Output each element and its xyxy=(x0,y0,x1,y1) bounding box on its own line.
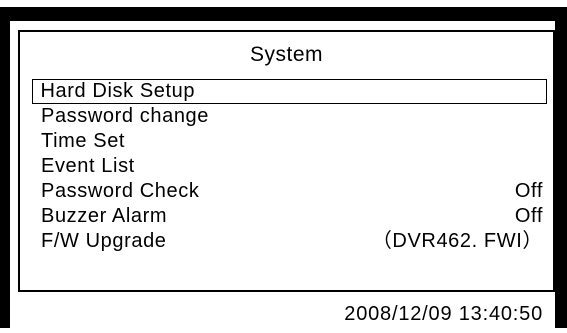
system-menu-panel: System Hard Disk Setup Password change T… xyxy=(18,30,555,292)
menu-item-hard-disk-setup[interactable]: Hard Disk Setup xyxy=(32,79,547,104)
menu-item-label: Event List xyxy=(41,155,135,177)
menu-item-time-set[interactable]: Time Set xyxy=(32,129,547,154)
menu-item-label: F/W Upgrade xyxy=(41,230,167,252)
menu-item-label: Password change xyxy=(41,105,209,127)
menu-item-fw-upgrade[interactable]: F/W Upgrade （DVR462. FWI） xyxy=(32,229,547,254)
menu-item-password-check[interactable]: Password Check Off xyxy=(32,179,547,204)
datetime-display: 2008/12/09 13:40:50 xyxy=(344,303,543,325)
menu-item-label: Hard Disk Setup xyxy=(40,80,196,102)
password-check-value: Off xyxy=(514,180,543,202)
menu-item-event-list[interactable]: Event List xyxy=(32,154,547,179)
menu-item-password-change[interactable]: Password change xyxy=(32,104,547,129)
fw-upgrade-filename: （DVR462. FWI） xyxy=(371,230,543,252)
monitor-frame: System Hard Disk Setup Password change T… xyxy=(0,7,567,333)
status-bar: 2008/12/09 13:40:50 xyxy=(10,296,555,333)
menu-item-label: Buzzer Alarm xyxy=(41,205,168,227)
buzzer-alarm-value: Off xyxy=(514,205,543,227)
system-menu: Hard Disk Setup Password change Time Set… xyxy=(32,79,547,254)
menu-item-label: Password Check xyxy=(41,180,200,202)
page-title: System xyxy=(249,43,323,66)
menu-item-label: Time Set xyxy=(41,130,126,152)
menu-item-buzzer-alarm[interactable]: Buzzer Alarm Off xyxy=(32,204,547,229)
osd-screen: System Hard Disk Setup Password change T… xyxy=(10,21,555,333)
